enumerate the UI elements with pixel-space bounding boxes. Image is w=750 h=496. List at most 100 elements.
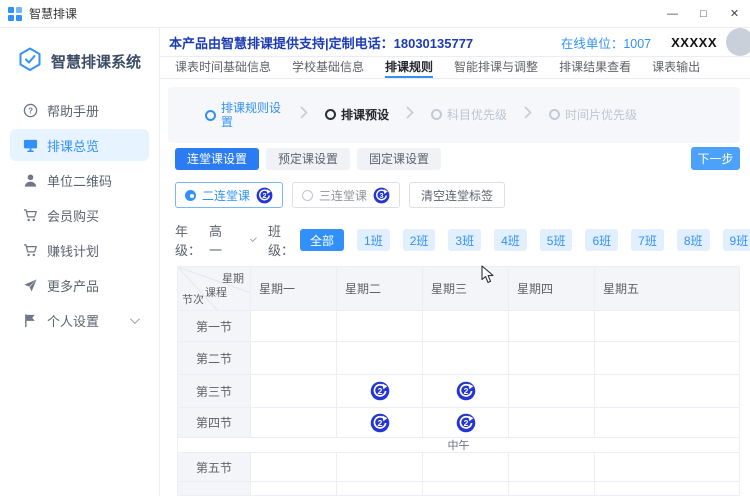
- class-button-7[interactable]: 7班: [631, 229, 664, 251]
- consecutive-class-settings-button[interactable]: 连堂课设置: [175, 147, 260, 170]
- clear-consecutive-tags-button[interactable]: 清空连堂标签: [409, 182, 506, 208]
- double-period-mark-icon: 2: [456, 381, 475, 401]
- tab-smart-scheduling[interactable]: 智能排课与调整: [454, 57, 538, 78]
- close-button[interactable]: ✕: [719, 0, 750, 28]
- schedule-cell[interactable]: [251, 408, 337, 438]
- top-header: 本产品由智慧排课提供支持|定制电话：18030135777 在线单位：1007 …: [160, 28, 750, 57]
- schedule-cell[interactable]: [251, 342, 337, 375]
- sidebar-item-unit-qrcode[interactable]: 单位二维码: [10, 164, 149, 196]
- schedule-table: 星期 课程 节次 星期一 星期二 星期三 星期四 星期五 第一节 第二节 第三节…: [177, 266, 740, 496]
- day-header-thursday: 星期四: [509, 267, 595, 311]
- window-titlebar: 智慧排课 — □ ✕: [0, 0, 750, 28]
- class-button-1[interactable]: 1班: [357, 229, 390, 251]
- schedule-cell-marked[interactable]: 2: [337, 408, 423, 438]
- schedule-cell[interactable]: [509, 408, 595, 438]
- step-rule-settings[interactable]: 排课规则设置: [204, 101, 283, 130]
- schedule-cell[interactable]: [251, 375, 337, 408]
- schedule-cell[interactable]: [337, 482, 423, 496]
- schedule-cell[interactable]: [251, 482, 337, 496]
- double-period-option[interactable]: 二连堂课 2: [175, 182, 284, 208]
- online-units: 在线单位：1007: [560, 36, 652, 51]
- grade-label: 年级：: [175, 224, 202, 258]
- schedule-cell[interactable]: [337, 311, 423, 342]
- svg-text:2: 2: [263, 191, 267, 200]
- tab-school-basic-info[interactable]: 学校基础信息: [292, 57, 364, 78]
- tab-scheduling-rules[interactable]: 排课规则: [385, 57, 434, 78]
- window-title: 智慧排课: [29, 7, 78, 21]
- schedule-cell[interactable]: [595, 342, 740, 375]
- brand-name: 智慧排课系统: [51, 54, 142, 71]
- schedule-cell[interactable]: [509, 482, 595, 496]
- period-label: 第一节: [178, 311, 251, 342]
- svg-text:?: ?: [28, 106, 33, 115]
- schedule-cell[interactable]: [423, 482, 509, 496]
- sidebar-item-help-manual[interactable]: ? 帮助手册: [10, 94, 149, 126]
- sidebar-item-membership-purchase[interactable]: 会员购买: [10, 199, 149, 231]
- schedule-cell[interactable]: [423, 342, 509, 375]
- reserved-class-settings-button[interactable]: 预定课设置: [266, 147, 351, 170]
- chevron-right-icon: [524, 106, 532, 124]
- svg-text:2: 2: [463, 418, 468, 428]
- flag-icon: [22, 312, 38, 328]
- schedule-cell-marked[interactable]: 2: [423, 408, 509, 438]
- table-corner-cell: 星期 课程 节次: [178, 267, 251, 311]
- sidebar-item-schedule-overview[interactable]: 排课总览: [10, 129, 149, 161]
- tab-timetable-output[interactable]: 课表输出: [652, 57, 700, 78]
- class-button-4[interactable]: 4班: [494, 229, 527, 251]
- schedule-cell[interactable]: [595, 482, 740, 496]
- step-circle-icon: [549, 109, 560, 121]
- sidebar-item-more-products[interactable]: 更多产品: [10, 269, 149, 301]
- send-icon: [22, 277, 38, 293]
- sidebar-item-earning-plan[interactable]: 赚钱计划: [10, 234, 149, 266]
- fixed-class-settings-button[interactable]: 固定课设置: [357, 147, 442, 170]
- schedule-cell[interactable]: [337, 453, 423, 482]
- schedule-cell[interactable]: [509, 342, 595, 375]
- schedule-cell[interactable]: [251, 311, 337, 342]
- schedule-cell[interactable]: [423, 453, 509, 482]
- avatar[interactable]: [726, 28, 750, 56]
- sidebar-item-label: 排课总览: [47, 138, 100, 154]
- schedule-cell[interactable]: [251, 453, 337, 482]
- step-timeslot-priority[interactable]: 时间片优先级: [549, 108, 637, 122]
- maximize-button[interactable]: □: [688, 0, 719, 28]
- sidebar-item-personal-settings[interactable]: 个人设置: [10, 304, 149, 336]
- schedule-cell[interactable]: [595, 375, 740, 408]
- settings-toolbar: 连堂课设置 预定课设置 固定课设置 下一步: [175, 147, 740, 170]
- wizard-steps: 排课规则设置 排课预设 科目优先级 时间片优先级: [168, 87, 740, 143]
- account-name[interactable]: XXXXX: [671, 35, 717, 50]
- schedule-cell[interactable]: [595, 408, 740, 438]
- schedule-cell[interactable]: [337, 342, 423, 375]
- minimize-button[interactable]: —: [657, 0, 688, 28]
- step-schedule-presets[interactable]: 排课预设: [324, 108, 389, 122]
- day-header-friday: 星期五: [595, 267, 740, 311]
- help-icon: ?: [22, 102, 38, 118]
- step-circle-icon: [324, 109, 336, 121]
- step-subject-priority[interactable]: 科目优先级: [430, 108, 507, 122]
- sidebar: 智慧排课系统 ? 帮助手册 排课总览 单位二维码 会员购买 赚钱计划 更多产品 …: [0, 28, 160, 496]
- online-count: 1007: [623, 36, 652, 51]
- schedule-cell[interactable]: [595, 453, 740, 482]
- schedule-cell[interactable]: [509, 375, 595, 408]
- triple-period-option[interactable]: 三连堂课 3: [292, 182, 401, 208]
- grade-select[interactable]: 高一: [209, 221, 257, 259]
- class-button-9[interactable]: 9班: [722, 229, 750, 251]
- class-button-5[interactable]: 5班: [539, 229, 573, 251]
- step-circle-icon: [430, 109, 442, 121]
- schedule-cell[interactable]: [509, 453, 595, 482]
- filters-row: 年级： 高一 班级： 全部 1班 2班 3班 4班 5班 6班 7班 8班 9班: [175, 221, 750, 259]
- class-button-3[interactable]: 3班: [448, 229, 482, 251]
- tab-timetable-time-info[interactable]: 课表时间基础信息: [175, 57, 271, 78]
- class-button-2[interactable]: 2班: [402, 229, 436, 251]
- class-button-8[interactable]: 8班: [676, 229, 710, 251]
- schedule-cell-marked[interactable]: 2: [423, 375, 509, 408]
- class-button-6[interactable]: 6班: [585, 229, 619, 251]
- next-step-button[interactable]: 下一步: [691, 147, 740, 170]
- schedule-cell-marked[interactable]: 2: [337, 375, 423, 408]
- class-button-all[interactable]: 全部: [300, 229, 345, 251]
- schedule-cell[interactable]: [595, 311, 740, 342]
- schedule-cell[interactable]: [423, 311, 509, 342]
- day-header-wednesday: 星期三: [423, 267, 509, 311]
- schedule-cell[interactable]: [509, 311, 595, 342]
- sidebar-item-label: 单位二维码: [47, 173, 113, 189]
- tab-schedule-results[interactable]: 排课结果查看: [559, 57, 631, 78]
